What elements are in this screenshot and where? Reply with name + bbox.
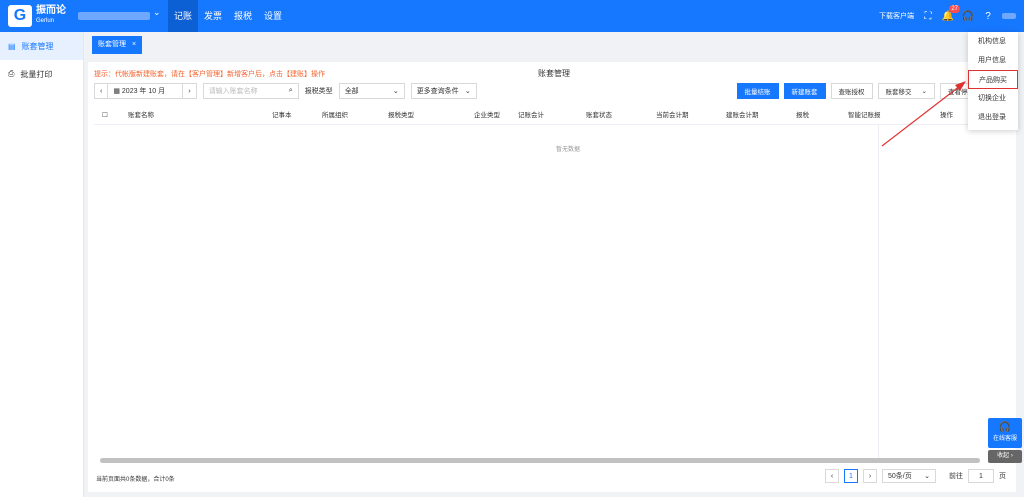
more-filters-button[interactable]: 更多查询条件 ⌄ [410,83,477,99]
chevron-down-icon: ⌄ [392,88,399,95]
fixed-column-divider [878,125,879,463]
col-smart: 智能记账报 [848,112,881,119]
collapse-button[interactable]: 收起 › [988,450,1022,463]
tax-type-select[interactable]: 全部 ⌄ [338,83,405,99]
new-ledger-button[interactable]: 新建账套 [783,83,826,99]
col-status[interactable]: 账套状态 [586,107,612,125]
org-selector[interactable] [78,12,150,20]
menu-switch-company[interactable]: 切换企业 [968,89,1018,108]
bell-icon[interactable]: 🔔 27 [942,5,960,22]
check-auth-button[interactable]: 查账授权 [830,83,873,99]
col-tax-type[interactable]: 报税类型 [388,107,414,125]
menu-logout[interactable]: 退出登录 [968,108,1018,127]
chevron-down-icon: ⌄ [464,88,471,95]
sidebar-item-label: 批量打印 [20,69,53,79]
tab-label: 账套管理 [98,41,126,48]
tab-ledger[interactable]: 账套管理 × [92,36,143,54]
collapse-label: 收起 [997,453,1010,459]
nav-tax[interactable]: 报税 [228,0,258,32]
online-service-label: 在线客服 [992,436,1017,442]
prev-page-button[interactable]: ‹ [825,469,839,483]
col-name[interactable]: 账套名称 [128,107,154,125]
menu-org-info[interactable]: 机构信息 [968,32,1018,51]
menu-product-purchase[interactable]: 产品购买 [968,70,1018,89]
search-icon: ⌕ [288,87,293,94]
online-service-button[interactable]: 🎧 在线客服 [988,418,1022,448]
tip-text: 提示：代帐版新建账套，请在【客户管理】新增客户后，点击【建账】操作 [94,71,325,78]
col-company-type: 企业类型 [474,112,500,119]
horizontal-scrollbar[interactable] [100,458,980,463]
col-start-period[interactable]: 建账会计期 [726,107,759,125]
table-header: ☐ 账套名称 记事本 所属组织 报税类型 企业类型 记账会计 账套状态 当前会计… [94,107,976,125]
select-all-checkbox[interactable]: ☐ [102,107,108,125]
top-bar: G 振而论 Gerlun ⌄ 记账 发票 报税 设置 下载客户端 ⛶ 🔔 27 🎧 … [0,0,1024,32]
period-value: 2023 年 10 月 [121,88,166,95]
action-toolbar: 批量结账 新建账套 查账授权 账套移交 ⌄ 查看停用 [736,83,982,99]
col-tax[interactable]: 报税 [796,107,809,125]
tax-type-value: 全部 [344,88,359,95]
close-icon[interactable]: × [132,36,136,54]
brand-sub: Gerlun [36,18,55,24]
sidebar: ▤ 账套管理 ⎙ 批量打印 [0,32,84,497]
sidebar-item-ledger[interactable]: ▤ 账套管理 [0,32,83,60]
notification-badge: 27 [949,5,960,13]
prev-period-button[interactable]: ‹ [94,83,109,99]
printer-icon: ⎙ [8,69,15,78]
goto-label: 前往 [949,473,963,480]
page-title: 账套管理 [538,69,570,78]
menu-user-info[interactable]: 用户信息 [968,51,1018,70]
pagination: ‹ 1 › 50条/页 ⌄ 前往 1 页 [825,469,1006,483]
empty-text: 暂无数据 [556,147,581,153]
chevron-down-icon: ⌄ [921,88,927,95]
page-number[interactable]: 1 [844,469,858,483]
more-filters-label: 更多查询条件 [416,88,459,95]
nav-settings[interactable]: 设置 [258,0,288,32]
nav-bookkeeping[interactable]: 记账 [168,0,199,32]
filter-toolbar: ‹ ▦ 2023 年 10 月 › 请输入账套名称 ⌕ 报税类型 全部 ⌄ 更多查询… [94,83,477,99]
headset-icon[interactable]: 🎧 [962,10,974,22]
col-org[interactable]: 所属组织 [322,107,348,125]
calendar-icon: ▦ [113,88,122,95]
main-nav: 记账 发票 报税 设置 [168,0,288,32]
user-menu[interactable] [1002,13,1016,19]
user-dropdown: 机构信息 用户信息 产品购买 切换企业 退出登录 [968,32,1018,130]
page-size-value: 50条/页 [888,473,912,480]
brand: 振而论 Gerlun [36,5,66,27]
search-placeholder: 请输入账套名称 [208,88,258,95]
header-tools: 下载客户端 ⛶ 🔔 27 🎧 ? [879,0,1016,32]
tab-bar: 账套管理 × [84,32,1024,58]
period-picker[interactable]: ▦ 2023 年 10 月 [107,83,184,99]
search-input[interactable]: 请输入账套名称 ⌕ [202,83,299,99]
tax-type-label: 报税类型 [304,88,333,95]
fullscreen-icon[interactable]: ⛶ [922,10,934,22]
sidebar-item-label: 账套管理 [21,41,54,51]
next-page-button[interactable]: › [863,469,877,483]
page-size-select[interactable]: 50条/页 ⌄ [882,469,936,483]
app-logo: G [8,5,32,27]
brand-name: 振而论 [36,5,66,16]
sidebar-item-batch-print[interactable]: ⎙ 批量打印 [0,60,83,88]
batch-close-button[interactable]: 批量结账 [736,83,779,99]
ledger-icon: ▤ [8,41,16,51]
page-unit: 页 [999,473,1006,480]
goto-input[interactable]: 1 [968,469,994,483]
handover-label: 账套移交 [885,89,912,96]
col-accountant[interactable]: 记账会计 [518,107,544,125]
headset-icon: 🎧 [998,422,1012,433]
main-panel: 提示：代帐版新建账套，请在【客户管理】新增客户后，点击【建账】操作 账套管理 ‹… [88,62,1016,492]
download-client-link[interactable]: 下载客户端 [879,11,914,21]
help-icon[interactable]: ? [982,10,994,22]
col-action: 操作 [940,112,953,119]
footer-summary: 当前页面共0条数据，合计0条 [96,477,175,483]
chevron-down-icon[interactable]: ⌄ [153,7,161,18]
chevron-down-icon: ⌄ [924,473,930,480]
handover-button[interactable]: 账套移交 ⌄ [877,83,935,99]
nav-invoice[interactable]: 发票 [198,0,228,32]
col-notebook: 记事本 [272,112,292,119]
col-current-period[interactable]: 当前会计期 [656,107,689,125]
next-period-button[interactable]: › [182,83,197,99]
